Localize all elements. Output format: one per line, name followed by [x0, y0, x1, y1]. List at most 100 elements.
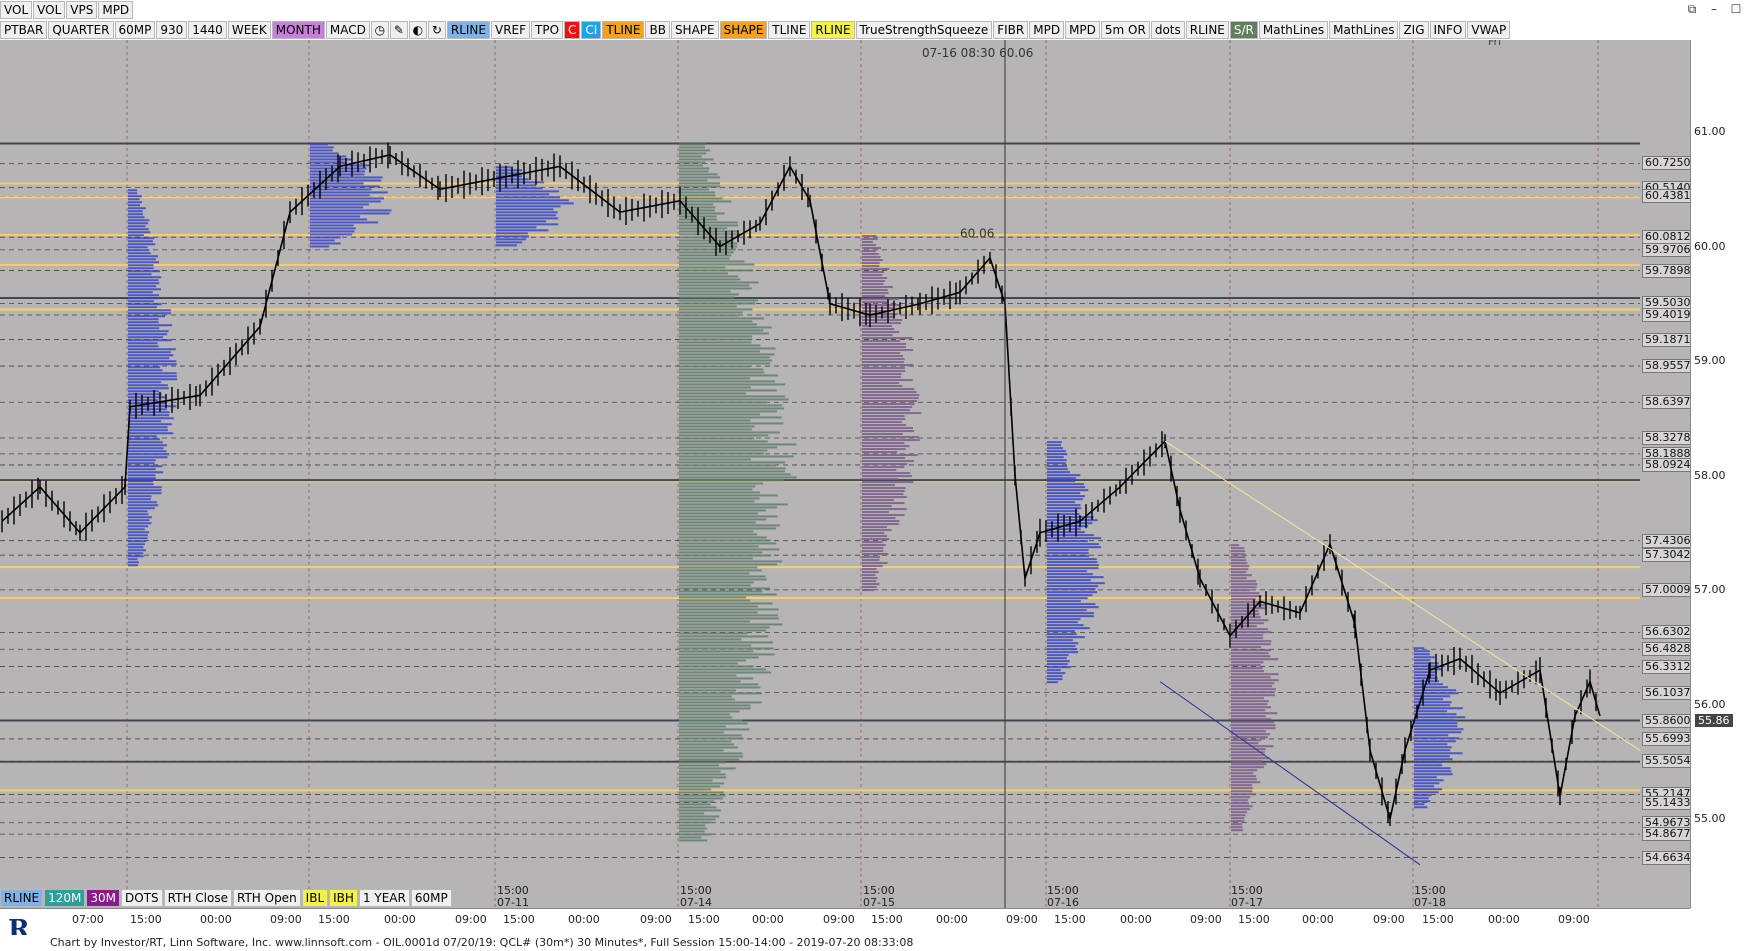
- toolbar-button-quarter-1[interactable]: QUARTER: [48, 21, 114, 39]
- toolbar-button-vref-101[interactable]: VREF: [490, 21, 531, 39]
- volume-profile-bar: [862, 466, 905, 469]
- pencil-icon[interactable]: ✎: [389, 21, 408, 39]
- volume-profile-bar: [128, 246, 148, 249]
- volume-profile-bar: [1231, 646, 1262, 649]
- volume-profile-bar: [1047, 651, 1079, 654]
- volume-profile-bar: [1047, 474, 1081, 477]
- toolbar-button-rth-close-4[interactable]: RTH Close: [163, 889, 232, 907]
- toolbar-button-rline-100[interactable]: RLINE: [446, 21, 490, 39]
- refresh-icon[interactable]: ↻: [427, 21, 446, 39]
- volume-profile-bar: [862, 286, 893, 289]
- toolbar-button-tline-109[interactable]: TLINE: [768, 21, 811, 39]
- volume-profile-bar: [128, 327, 160, 330]
- toolbar-button-c-103[interactable]: C: [564, 21, 581, 39]
- toolbar-button-120m-1[interactable]: 120M: [44, 889, 86, 907]
- toolbar-button-week-5[interactable]: WEEK: [227, 21, 271, 39]
- toolbar-button-mathlines-119[interactable]: MathLines: [1258, 21, 1329, 39]
- toolbar-button-mpd-114[interactable]: MPD: [1065, 21, 1100, 39]
- volume-profile-bar: [679, 383, 786, 386]
- paint-icon[interactable]: ◐: [408, 21, 427, 39]
- volume-profile-bar: [862, 379, 913, 382]
- volume-profile-bar: [1047, 654, 1069, 657]
- toolbar-button-930-3[interactable]: 930: [156, 21, 188, 39]
- maximize-window-icon[interactable]: ☐: [1725, 0, 1747, 20]
- toolbar-button-ci-104[interactable]: CI: [581, 21, 602, 39]
- volume-profile-bar: [310, 143, 328, 146]
- volume-profile-bar: [1414, 707, 1463, 710]
- volume-profile-bar: [679, 821, 711, 824]
- toolbar-button-bb-106[interactable]: BB: [645, 21, 670, 39]
- toolbar-button-vps[interactable]: VPS: [66, 1, 98, 19]
- level-price-label: 54.8677: [1642, 827, 1690, 842]
- toolbar-button-s-r-118[interactable]: S/R: [1229, 21, 1258, 39]
- volume-profile-bar: [1414, 659, 1431, 662]
- price-axis[interactable]: 61.00 60.00 59.00 58.00 57.00 56.00 55.00 55.86: [1690, 40, 1747, 908]
- toolbar-button-1440-4[interactable]: 1440: [188, 21, 227, 39]
- volume-profile-bar: [862, 433, 903, 436]
- toolbar-button-tpo-102[interactable]: TPO: [531, 21, 564, 39]
- toolbar-button-rth-open-5[interactable]: RTH Open: [232, 889, 301, 907]
- restore-window-icon[interactable]: ⧉: [1681, 0, 1703, 20]
- volume-profile-bar: [679, 395, 786, 398]
- volume-profile-bar: [862, 505, 892, 508]
- volume-profile-bar: [679, 464, 776, 467]
- volume-profile-bar: [679, 758, 740, 761]
- toolbar-button-dots-116[interactable]: dots: [1150, 21, 1185, 39]
- volume-profile-bar: [1414, 746, 1452, 749]
- volume-profile-bar: [1414, 674, 1435, 677]
- volume-profile-bar: [1047, 456, 1064, 459]
- toolbar-button-mathlines-120[interactable]: MathLines: [1329, 21, 1399, 39]
- toolbar-button-mpd-113[interactable]: MPD: [1029, 21, 1065, 39]
- toolbar-button-60mp-2[interactable]: 60MP: [114, 21, 156, 39]
- volume-profile-bar: [1231, 574, 1252, 577]
- toolbar-button-vol-1[interactable]: VOL: [0, 1, 33, 19]
- volume-profile-bar: [1231, 814, 1246, 817]
- volume-profile-bar: [679, 668, 766, 671]
- toolbar-button-mpd[interactable]: MPD: [98, 1, 134, 19]
- volume-profile-bar: [862, 439, 920, 442]
- toolbar-button-fibr-112[interactable]: FIBR: [993, 21, 1029, 39]
- toolbar-button-5m-or-115[interactable]: 5m OR: [1100, 21, 1150, 39]
- volume-profile-bar: [128, 255, 159, 258]
- toolbar-button-macd-7[interactable]: MACD: [325, 21, 370, 39]
- toolbar-button-rline-117[interactable]: RLINE: [1185, 21, 1229, 39]
- toolbar-button-vol-2[interactable]: VOL: [33, 1, 66, 19]
- volume-profile-bar: [1047, 648, 1078, 651]
- volume-profile-bar: [679, 800, 714, 803]
- toolbar-button-ptbar-0[interactable]: PTBAR: [0, 21, 48, 39]
- toolbar-button-1-year-8[interactable]: 1 YEAR: [358, 889, 410, 907]
- toolbar-button-vwap-123[interactable]: VWAP: [1467, 21, 1511, 39]
- toolbar-button-zig-121[interactable]: ZIG: [1399, 21, 1429, 39]
- toolbar-button-truestrengthsqueeze-111[interactable]: TrueStrengthSqueeze: [855, 21, 993, 39]
- toolbar-button-month-6[interactable]: MONTH: [271, 21, 325, 39]
- chart-canvas[interactable]: 07-16 08:30 60.0660.06Fri15:0007-1115:00…: [0, 40, 1690, 908]
- volume-profile-bar: [128, 525, 149, 528]
- volume-profile-bar: [679, 638, 742, 641]
- toolbar-button-shape-108[interactable]: SHAPE: [719, 21, 768, 39]
- toolbar-button-ibl-6[interactable]: IBL: [301, 889, 329, 907]
- volume-profile-bar: [862, 409, 911, 412]
- volume-profile-bar: [1231, 826, 1243, 829]
- volume-profile-bar: [128, 438, 160, 441]
- volume-profile-bar: [1231, 781, 1261, 784]
- volume-profile-bar: [679, 299, 758, 302]
- toolbar-button-shape-107[interactable]: SHAPE: [670, 21, 719, 39]
- toolbar-button-dots-3[interactable]: DOTS: [121, 889, 163, 907]
- toolbar-button-rline-110[interactable]: RLINE: [811, 21, 855, 39]
- toolbar-button-info-122[interactable]: INFO: [1429, 21, 1467, 39]
- price-chart[interactable]: 07-16 08:30 60.06 60.06 Fri 15:00 07-11 15:00…: [0, 40, 1690, 908]
- volume-profile-bar: [1047, 561, 1098, 564]
- volume-profile-bar: [1414, 788, 1443, 791]
- clock-icon[interactable]: ◷: [370, 21, 389, 39]
- toolbar-button-ibh-7[interactable]: IBH: [329, 889, 358, 907]
- minimize-window-icon[interactable]: –: [1703, 0, 1725, 20]
- toolbar-button-tline-105[interactable]: TLINE: [602, 21, 645, 39]
- volume-profile-bar: [679, 806, 717, 809]
- toolbar-button-60mp-9[interactable]: 60MP: [410, 889, 452, 907]
- toolbar-button-rline-0[interactable]: RLINE: [0, 889, 44, 907]
- toolbar-button-30m-2[interactable]: 30M: [86, 889, 121, 907]
- volume-profile-bar: [128, 279, 159, 282]
- volume-profile-bar: [1231, 547, 1245, 550]
- volume-profile-bar: [862, 472, 911, 475]
- volume-profile-bar: [128, 447, 164, 450]
